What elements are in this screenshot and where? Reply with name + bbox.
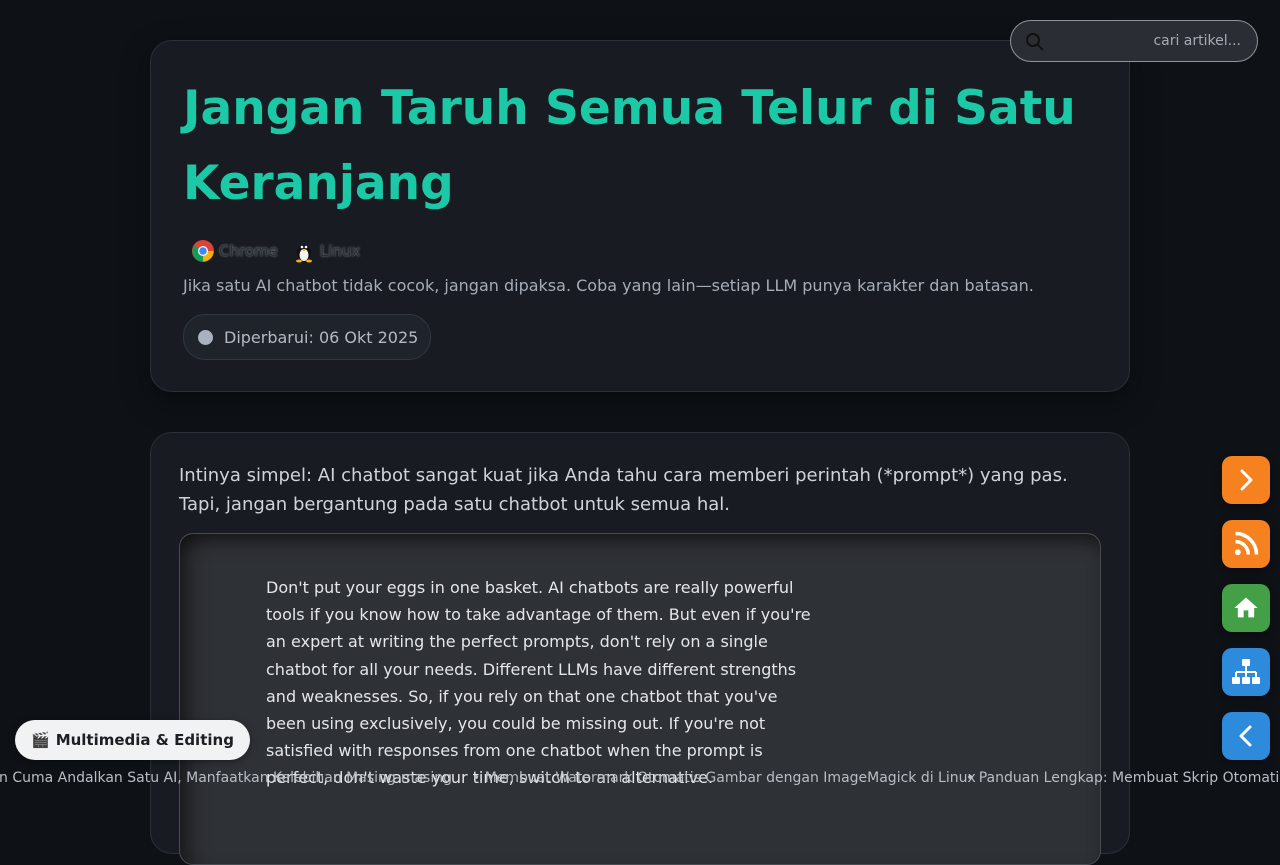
sitemap-icon <box>1232 659 1260 684</box>
linux-tux-icon <box>295 245 312 263</box>
home-button[interactable] <box>1222 584 1270 632</box>
sitemap-button[interactable] <box>1222 648 1270 696</box>
quote-text: Don't put your eggs in one basket. AI ch… <box>266 578 811 788</box>
article-subtitle: Jika satu AI chatbot tidak cocok, jangan… <box>183 276 1034 295</box>
search-icon <box>1026 33 1044 51</box>
chevron-left-icon <box>1239 725 1252 747</box>
chevron-right-icon <box>1240 469 1253 491</box>
news-ticker: Jangan Cuma Andalkan Satu AI, Manfaatkan… <box>0 770 1280 788</box>
search-input[interactable] <box>1071 21 1253 61</box>
category-badge[interactable]: 🎬 Multimedia & Editing <box>15 720 250 760</box>
quote-block: Don't put your eggs in one basket. AI ch… <box>179 533 1101 865</box>
previous-article-button[interactable] <box>1222 712 1270 760</box>
page-title: Jangan Taruh Semua Telur di Satu Keranja… <box>183 81 1076 211</box>
rss-icon <box>1234 531 1259 556</box>
home-icon <box>1234 597 1258 618</box>
updated-date-text: Diperbarui: 06 Okt 2025 <box>224 327 419 347</box>
category-label: Multimedia & Editing <box>55 731 234 749</box>
platform-chrome: Chrome <box>191 239 278 263</box>
article-intro: Intinya simpel: AI chatbot sangat kuat j… <box>179 465 1068 515</box>
platform-linux: Linux <box>292 239 360 263</box>
platform-label: Chrome <box>219 242 278 260</box>
platform-list: Chrome Linux <box>191 239 360 263</box>
search-bar[interactable] <box>1010 20 1258 62</box>
article-header-card: Jangan Taruh Semua Telur di Satu Keranja… <box>150 40 1130 392</box>
ticker-item[interactable]: • Membuat Watermark Otomatis Gambar deng… <box>472 770 976 786</box>
platform-label: Linux <box>319 242 361 260</box>
clapperboard-icon: 🎬 <box>31 731 50 749</box>
status-dot-icon <box>198 329 213 345</box>
chrome-icon <box>192 240 214 262</box>
updated-date-badge: Diperbarui: 06 Okt 2025 <box>183 314 432 360</box>
article-body-card: Intinya simpel: AI chatbot sangat kuat j… <box>150 432 1130 865</box>
rss-feed-button[interactable] <box>1222 520 1270 568</box>
ticker-item[interactable]: Jangan Cuma Andalkan Satu AI, Manfaatkan… <box>0 770 452 786</box>
next-article-button[interactable] <box>1222 456 1270 504</box>
ticker-item[interactable]: • Panduan Lengkap: Membuat Skrip Otomati… <box>966 770 1280 786</box>
